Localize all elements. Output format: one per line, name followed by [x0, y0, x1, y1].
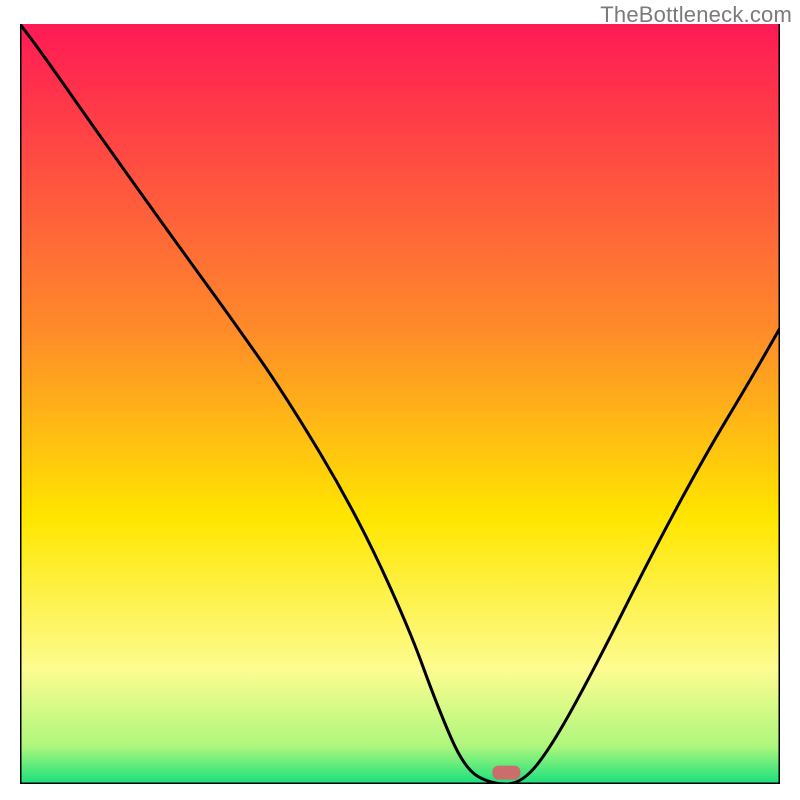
- chart-background: [20, 24, 780, 784]
- bottleneck-chart: [20, 24, 780, 784]
- chart-svg: [20, 24, 780, 784]
- optimum-marker: [492, 766, 520, 780]
